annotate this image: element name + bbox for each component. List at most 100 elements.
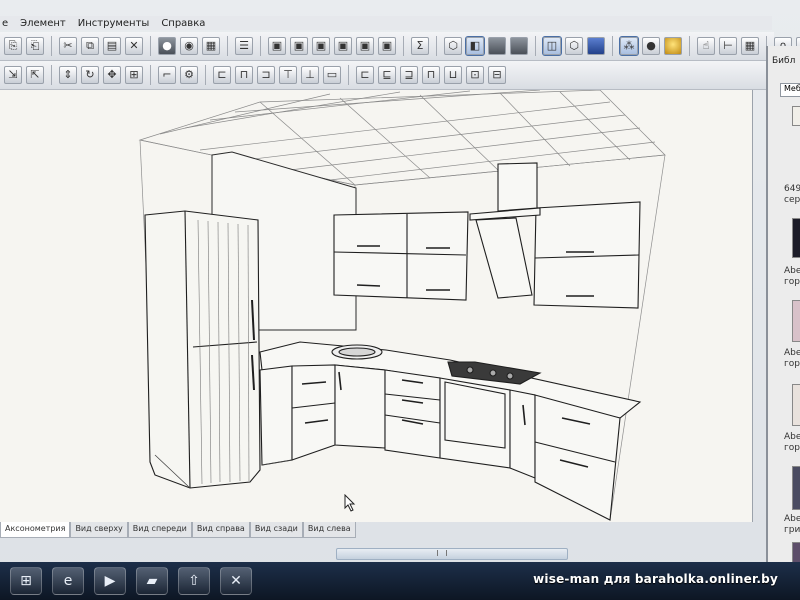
- list-icon[interactable]: ☰: [235, 37, 253, 55]
- properties-icon[interactable]: ▦: [202, 37, 220, 55]
- move-icon[interactable]: ⇕: [59, 66, 77, 84]
- base-cabinets: [259, 341, 642, 521]
- excel-icon[interactable]: ✕: [220, 567, 252, 595]
- menu-item-tools[interactable]: Инструменты: [78, 18, 150, 29]
- library-item-label: Abetгоризо: [784, 348, 800, 369]
- cube-blue-icon[interactable]: [587, 37, 605, 55]
- toolbar-separator: [205, 65, 206, 85]
- tab-front-view[interactable]: Вид спереди: [127, 522, 192, 538]
- 3d-viewport[interactable]: [0, 90, 753, 522]
- tab-back-view[interactable]: Вид сзади: [249, 522, 303, 538]
- settings-icon[interactable]: ⚙: [180, 66, 198, 84]
- align-bottom-icon[interactable]: ⊥: [301, 66, 319, 84]
- toolbar-separator: [436, 36, 437, 56]
- tab-left-view[interactable]: Вид слева: [302, 522, 356, 538]
- flip-icon[interactable]: ⊑: [378, 66, 396, 84]
- record-icon[interactable]: ●: [158, 37, 176, 55]
- screen: е Элемент Инструменты Справка ⎘ ⎗ ✂ ⧉ ▤ …: [0, 0, 800, 600]
- library-panel: Библ Меб 649_серы Abetгоризо Abetгоризо …: [766, 46, 800, 566]
- rotate-icon[interactable]: ↻: [81, 66, 99, 84]
- toolbar-separator: [689, 36, 690, 56]
- toolbar-separator: [612, 36, 613, 56]
- refrigerator: [144, 210, 261, 489]
- media-player-icon[interactable]: ▶: [94, 567, 126, 595]
- paste-icon[interactable]: ⎗: [26, 37, 44, 55]
- light-icon[interactable]: ●: [642, 37, 660, 55]
- cube-frame2-icon[interactable]: ⬡: [565, 37, 583, 55]
- menu-item-element[interactable]: Элемент: [20, 18, 66, 29]
- library-item-label: Abet 3горизон: [784, 432, 800, 453]
- distribute-icon[interactable]: ▭: [323, 66, 341, 84]
- library-swatch-5[interactable]: [792, 466, 800, 510]
- library-tab[interactable]: Меб: [780, 83, 800, 97]
- library-swatch-1[interactable]: [792, 106, 800, 126]
- tab-right-view[interactable]: Вид справа: [191, 522, 250, 538]
- library-item-label: 649_серы: [784, 184, 800, 205]
- internet-explorer-icon[interactable]: e: [52, 567, 84, 595]
- lock-icon[interactable]: ⊡: [466, 66, 484, 84]
- tab-top-view[interactable]: Вид сверху: [70, 522, 128, 538]
- stop-icon[interactable]: ◉: [180, 37, 198, 55]
- toolbar-separator: [150, 65, 151, 85]
- distribute2-icon[interactable]: ⊏: [356, 66, 374, 84]
- start-icon[interactable]: ⊞: [10, 567, 42, 595]
- library-swatch-4[interactable]: [792, 384, 800, 426]
- paste2-icon[interactable]: ▤: [103, 37, 121, 55]
- toolbar-separator: [51, 65, 52, 85]
- scale-icon[interactable]: ⇱: [26, 66, 44, 84]
- cube-dark-icon[interactable]: [488, 37, 506, 55]
- measure-icon[interactable]: ⊢: [719, 37, 737, 55]
- window4-icon[interactable]: ▣: [334, 37, 352, 55]
- sum-icon[interactable]: Σ: [411, 37, 429, 55]
- wall-cabinets: [333, 162, 641, 309]
- align-center-icon[interactable]: ⊓: [235, 66, 253, 84]
- align-top-icon[interactable]: ⊤: [279, 66, 297, 84]
- copy2-icon[interactable]: ⧉: [81, 37, 99, 55]
- layers-icon[interactable]: ⊟: [488, 66, 506, 84]
- resize-icon[interactable]: ⇲: [4, 66, 22, 84]
- cube-solid-icon[interactable]: ◧: [465, 36, 485, 56]
- window1-icon[interactable]: ▣: [268, 37, 286, 55]
- window3-icon[interactable]: ▣: [312, 37, 330, 55]
- window5-icon[interactable]: ▣: [356, 37, 374, 55]
- cut-icon[interactable]: ✂: [59, 37, 77, 55]
- align-right-icon[interactable]: ⊐: [257, 66, 275, 84]
- library-item-label: Abetгоризо: [784, 266, 800, 287]
- align-left-icon[interactable]: ⊏: [213, 66, 231, 84]
- tab-axonometry[interactable]: Аксонометрия: [0, 522, 71, 538]
- scrollbar-grip[interactable]: [437, 550, 447, 556]
- copy-icon[interactable]: ⎘: [4, 37, 22, 55]
- camera-icon[interactable]: ☝: [697, 37, 715, 55]
- toolbar-separator: [260, 36, 261, 56]
- snap-icon[interactable]: ⌐: [158, 66, 176, 84]
- menu-bar: е Элемент Инструменты Справка: [0, 16, 772, 30]
- bulb-icon[interactable]: [664, 37, 682, 55]
- kitchen-wireframe: [138, 90, 666, 521]
- select-objects-icon[interactable]: ⁂: [619, 36, 639, 56]
- library-swatch-3[interactable]: [792, 300, 800, 342]
- cube-dark2-icon[interactable]: [510, 37, 528, 55]
- horizontal-scrollbar[interactable]: [336, 548, 568, 560]
- ungroup-icon[interactable]: ⊔: [444, 66, 462, 84]
- toolbar-separator: [150, 36, 151, 56]
- menu-item-file[interactable]: е: [2, 18, 8, 29]
- delete-icon[interactable]: ✕: [125, 37, 143, 55]
- app-icon[interactable]: ⇧: [178, 567, 210, 595]
- window6-icon[interactable]: ▣: [378, 37, 396, 55]
- window2-icon[interactable]: ▣: [290, 37, 308, 55]
- align-icon[interactable]: ⊞: [125, 66, 143, 84]
- library-swatch-2[interactable]: [792, 218, 800, 258]
- folder-icon[interactable]: ▰: [136, 567, 168, 595]
- toolbar-separator: [51, 36, 52, 56]
- view-tabs: Аксонометрия Вид сверху Вид спереди Вид …: [0, 522, 356, 538]
- toolbar-separator: [403, 36, 404, 56]
- cube-wire-icon[interactable]: ⬡: [444, 37, 462, 55]
- mirror-icon[interactable]: ⊒: [400, 66, 418, 84]
- grid-icon[interactable]: ▦: [741, 37, 759, 55]
- toolbar-separator: [348, 65, 349, 85]
- menu-item-help[interactable]: Справка: [161, 18, 205, 29]
- group-icon[interactable]: ⊓: [422, 66, 440, 84]
- move-cross-icon[interactable]: ✥: [103, 66, 121, 84]
- library-item-label: Abet 39гризонта: [784, 514, 800, 535]
- cube-frame-icon[interactable]: ◫: [542, 36, 562, 56]
